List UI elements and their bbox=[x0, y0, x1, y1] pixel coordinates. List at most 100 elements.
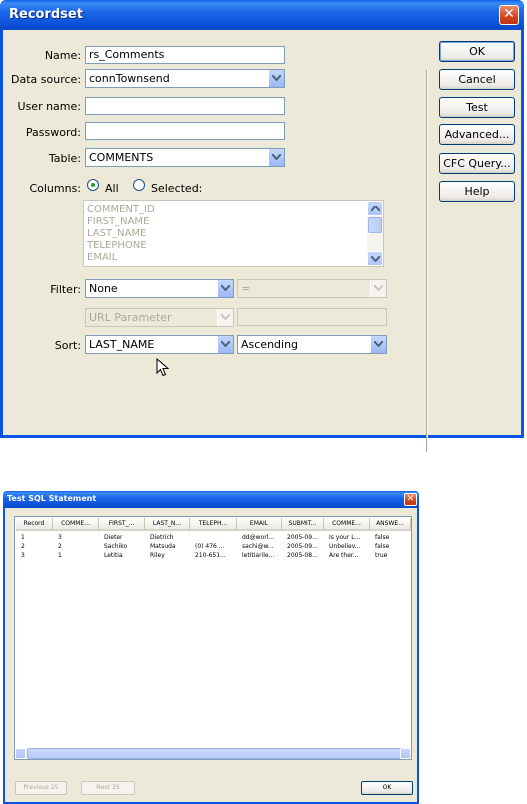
columns-selected-label: Selected: bbox=[151, 182, 203, 195]
next-button: Next 25 bbox=[81, 781, 135, 795]
table-cell: Is your L... bbox=[329, 534, 361, 541]
previous-button: Previous 25 bbox=[15, 781, 67, 795]
table-cell: false bbox=[375, 543, 390, 550]
column-header[interactable]: SUBMIT... bbox=[282, 518, 324, 531]
table-cell: 2 bbox=[21, 543, 25, 550]
filter-param-input bbox=[237, 308, 387, 326]
columns-scrollbar[interactable] bbox=[367, 201, 383, 266]
recordset-titlebar[interactable]: Recordset ✕ bbox=[0, 0, 524, 30]
filter-select[interactable]: None bbox=[85, 279, 234, 298]
table-cell: dd@worl... bbox=[242, 534, 275, 541]
columns-label: Columns: bbox=[29, 182, 81, 195]
chevron-down-icon[interactable] bbox=[268, 149, 284, 166]
sort-column-value: LAST_NAME bbox=[89, 338, 155, 351]
columns-listbox: COMMENT_ID FIRST_NAME LAST_NAME TELEPHON… bbox=[83, 200, 384, 267]
table-cell: Dieter bbox=[104, 534, 123, 541]
scroll-left-icon[interactable] bbox=[15, 748, 26, 759]
chevron-down-icon bbox=[370, 280, 386, 297]
column-header[interactable]: COMME... bbox=[53, 518, 99, 531]
columns-all-label: All bbox=[105, 182, 119, 195]
table-select[interactable]: COMMENTS bbox=[85, 148, 285, 167]
table-cell: (0) 476 ... bbox=[195, 543, 225, 550]
column-header[interactable]: EMAIL bbox=[237, 518, 282, 531]
datasource-label: Data source: bbox=[11, 73, 81, 86]
test-button[interactable]: Test bbox=[439, 97, 515, 118]
list-item: EMAIL bbox=[87, 252, 118, 263]
scroll-down-icon[interactable] bbox=[367, 251, 383, 266]
table-cell: Letitia bbox=[104, 552, 123, 559]
table-cell: Unbeliev... bbox=[329, 543, 361, 550]
filter-operator-select: = bbox=[237, 279, 387, 298]
chevron-down-icon bbox=[217, 309, 233, 326]
column-header[interactable]: TELEPH... bbox=[190, 518, 237, 531]
ok-button[interactable]: OK bbox=[439, 41, 515, 62]
table-cell: 2 bbox=[58, 543, 62, 550]
columns-all-radio[interactable] bbox=[87, 179, 99, 191]
scroll-up-icon[interactable] bbox=[367, 201, 383, 216]
column-header[interactable]: Record bbox=[16, 518, 53, 531]
table-cell: letitiarile... bbox=[242, 552, 275, 559]
sort-order-select[interactable]: Ascending bbox=[237, 335, 387, 354]
table-cell: Are ther... bbox=[329, 552, 359, 559]
scroll-thumb[interactable] bbox=[368, 217, 382, 233]
mouse-cursor-icon bbox=[156, 358, 170, 377]
divider bbox=[426, 70, 428, 452]
filter-value: None bbox=[89, 282, 118, 295]
chevron-down-icon[interactable] bbox=[217, 280, 233, 297]
sort-order-value: Ascending bbox=[241, 338, 299, 351]
close-icon[interactable]: ✕ bbox=[404, 493, 417, 506]
filter-param-value: URL Parameter bbox=[89, 311, 172, 324]
table-cell: Matsuda bbox=[150, 543, 176, 550]
table-label: Table: bbox=[48, 152, 81, 165]
filter-operator-value: = bbox=[241, 282, 251, 295]
results-grid: Record COMME... FIRST_... LAST_N... TELE… bbox=[14, 516, 412, 760]
help-button[interactable]: Help bbox=[439, 181, 515, 202]
table-cell: Sachiko bbox=[104, 543, 128, 550]
filter-label: Filter: bbox=[50, 283, 81, 296]
column-header[interactable]: COMME... bbox=[324, 518, 370, 531]
test-sql-dialog: Test SQL Statement ✕ Record COMME... FIR… bbox=[3, 491, 419, 804]
username-label: User name: bbox=[17, 100, 81, 113]
advanced-button[interactable]: Advanced... bbox=[439, 124, 515, 145]
table-cell: 2005-09... bbox=[287, 534, 318, 541]
password-label: Password: bbox=[25, 126, 81, 139]
test-sql-title: Test SQL Statement bbox=[7, 494, 97, 503]
table-value: COMMENTS bbox=[89, 151, 154, 164]
cancel-button[interactable]: Cancel bbox=[439, 69, 515, 90]
column-header[interactable]: LAST_N... bbox=[145, 518, 190, 531]
scroll-right-icon[interactable] bbox=[400, 748, 411, 759]
filter-param-select: URL Parameter bbox=[85, 308, 234, 327]
sort-label: Sort: bbox=[54, 339, 81, 352]
datasource-value: connTownsend bbox=[89, 72, 170, 85]
sort-column-select[interactable]: LAST_NAME bbox=[85, 335, 234, 354]
table-cell: false bbox=[375, 534, 390, 541]
table-cell: 2005-08... bbox=[287, 552, 318, 559]
table-cell: 3 bbox=[58, 534, 62, 541]
table-cell: 2005-09... bbox=[287, 543, 318, 550]
datasource-select[interactable]: connTownsend bbox=[85, 69, 285, 88]
chevron-down-icon[interactable] bbox=[217, 336, 233, 353]
table-cell bbox=[193, 533, 239, 542]
name-input[interactable]: rs_Comments bbox=[85, 46, 285, 64]
test-sql-titlebar[interactable]: Test SQL Statement ✕ bbox=[3, 491, 419, 508]
columns-selected-radio[interactable] bbox=[133, 179, 145, 191]
recordset-title: Recordset bbox=[9, 7, 83, 22]
list-item: FIRST_NAME bbox=[87, 216, 150, 227]
table-cell: 3 bbox=[21, 552, 25, 559]
password-input[interactable] bbox=[85, 122, 285, 140]
column-header[interactable]: ANSWE... bbox=[370, 518, 411, 531]
table-cell: Dietrich bbox=[150, 534, 174, 541]
table-cell: 210-651... bbox=[195, 552, 226, 559]
chevron-down-icon[interactable] bbox=[370, 336, 386, 353]
scroll-thumb[interactable] bbox=[27, 748, 411, 759]
radio-checked-icon bbox=[91, 183, 95, 187]
cfc-query-button[interactable]: CFC Query... bbox=[439, 153, 515, 174]
username-input[interactable] bbox=[85, 97, 285, 115]
name-label: Name: bbox=[44, 49, 81, 62]
chevron-down-icon[interactable] bbox=[268, 70, 284, 87]
close-icon[interactable]: ✕ bbox=[499, 5, 519, 25]
horizontal-scrollbar[interactable] bbox=[15, 748, 411, 759]
ok-button[interactable]: OK bbox=[361, 781, 413, 795]
column-header[interactable]: FIRST_... bbox=[99, 518, 145, 531]
list-item: COMMENT_ID bbox=[87, 204, 155, 215]
